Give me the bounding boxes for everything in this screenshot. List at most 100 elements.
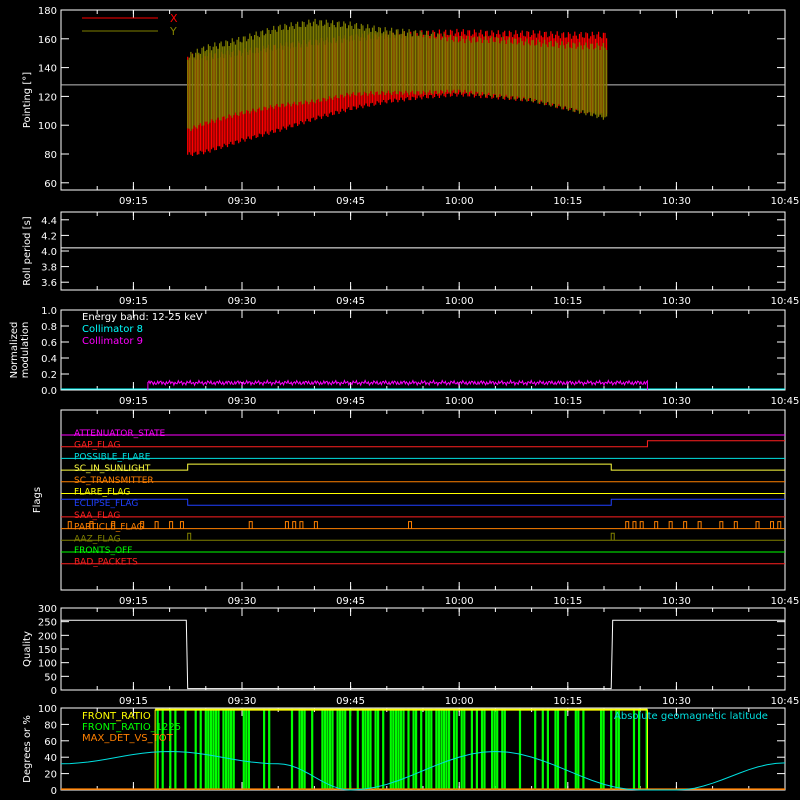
flag-spike <box>169 521 174 529</box>
flag-label-attenuator-state: ATTENUATOR_STATE <box>74 429 166 439</box>
x-tick-label: 10:15 <box>553 396 582 407</box>
x-tick-label: 09:30 <box>228 396 257 407</box>
flag-spike <box>755 521 760 529</box>
x-tick-label: 09:45 <box>336 696 365 707</box>
y-tick-label: 0.0 <box>41 386 57 397</box>
legend-label: X <box>170 12 178 25</box>
flag-spike <box>292 521 297 529</box>
y-tick-label: 0 <box>51 686 57 697</box>
y-tick-label: 150 <box>38 645 57 656</box>
y-tick-label: 50 <box>44 672 57 683</box>
x-tick-label: 09:45 <box>336 296 365 307</box>
x-tick-label: 10:00 <box>445 596 474 607</box>
flag-spike <box>313 521 318 529</box>
x-tick-label: 10:15 <box>553 696 582 707</box>
y-tick-label: 0.8 <box>41 322 57 333</box>
y-axis-label: modulation <box>20 322 31 379</box>
flag-label-gap-flag: GAP_FLAG <box>74 441 120 451</box>
panel-flags: 09:15 09:30 09:45 10:00 10:15 10:30 10:45 Flags… <box>32 409 800 607</box>
flag-label-bad-packets: BAD_PACKETS <box>74 558 138 568</box>
flag-spike <box>625 521 630 529</box>
y-tick-label: 160 <box>38 35 57 46</box>
front-ratio-1225-spikes <box>156 708 648 790</box>
x-tick-label: 09:15 <box>119 296 148 307</box>
y-tick-label: 200 <box>38 631 57 642</box>
panel-quality: 09:15 09:30 09:45 10:00 10:15 10:30 10:45 0 50 10… <box>22 604 799 707</box>
y-axis-label: Quality <box>22 631 33 667</box>
x-tick-label: 09:45 <box>336 196 365 207</box>
annotation-text: Energy band: 12-25 keV <box>82 312 203 323</box>
x-tick-label: 10:45 <box>771 596 800 607</box>
flag-spike <box>719 521 724 529</box>
series-x-band <box>187 28 608 156</box>
flag-line-sc-in-sunlight <box>61 463 785 471</box>
y-tick-label: 4.2 <box>41 231 57 242</box>
chart-stack: 09:15 09:30 09:45 10:00 10:15 10:30 10:45 60 80 1… <box>9 6 800 797</box>
flag-spike <box>632 521 637 529</box>
panel-ratios: 0 20 40 60 80 100 Degrees or % FRONT_RATIOFRONT… <box>22 704 786 797</box>
flag-spike <box>668 521 673 529</box>
x-tick-label: 10:00 <box>445 196 474 207</box>
legend-label: Absolute geomagnetic latitude <box>614 711 768 722</box>
x-tick-label: 09:15 <box>119 596 148 607</box>
flag-spike <box>770 521 775 529</box>
y-tick-label: 3.6 <box>41 278 57 289</box>
x-tick-label: 10:45 <box>771 396 800 407</box>
x-tick-label: 09:45 <box>336 396 365 407</box>
x-tick-label: 10:45 <box>771 296 800 307</box>
annotation-text: Collimator 8 <box>82 324 143 335</box>
flag-spike <box>639 521 644 529</box>
x-tick-label: 10:15 <box>553 296 582 307</box>
flag-label-particle-flag: PARTICLE_FLAG <box>74 523 144 533</box>
y-tick-label: 80 <box>44 720 57 731</box>
x-tick-label: 10:30 <box>662 696 691 707</box>
y-tick-label: 3.8 <box>41 263 57 274</box>
flag-spike <box>67 521 72 529</box>
x-tick-label: 10:00 <box>445 696 474 707</box>
y-tick-label: 0.2 <box>41 370 57 381</box>
y-tick-label: 100 <box>38 659 57 670</box>
y-tick-label: 4.0 <box>41 247 57 258</box>
legend-label: Y <box>169 25 177 38</box>
legend-label: FRONT_RATIO <box>82 711 151 722</box>
panel-frame <box>60 211 786 291</box>
flag-spike <box>187 532 192 541</box>
x-tick-label: 09:30 <box>228 196 257 207</box>
x-tick-label: 09:45 <box>336 596 365 607</box>
flag-spike <box>179 521 184 529</box>
flag-spike <box>154 521 159 529</box>
y-axis-label: Roll period [s] <box>22 216 33 285</box>
x-tick-label: 10:00 <box>445 296 474 307</box>
y-tick-label: 60 <box>44 737 57 748</box>
flag-spike <box>683 521 688 529</box>
flag-spike <box>408 521 413 529</box>
x-tick-label: 10:30 <box>662 396 691 407</box>
x-tick-label: 10:30 <box>662 596 691 607</box>
x-tick-label: 09:30 <box>228 296 257 307</box>
y-tick-label: 4.4 <box>41 216 57 227</box>
flag-spike <box>654 521 659 529</box>
y-tick-label: 1.0 <box>41 306 57 317</box>
panel-pointing: 09:15 09:30 09:45 10:00 10:15 10:30 10:45 60 80 1… <box>22 6 799 207</box>
legend-label: FRONT_RATIO_1225 <box>82 722 181 733</box>
flag-label-sc-transmitter: SC_TRANSMITTER <box>74 476 154 486</box>
y-tick-label: 100 <box>38 704 57 715</box>
flag-label-possible-flare: POSSIBLE_FLARE <box>74 452 151 462</box>
flag-label-aaz-flag: AAZ_FLAG <box>74 534 121 544</box>
y-axis-label: Normalized <box>9 322 20 379</box>
flag-line-gap-flag <box>61 440 785 448</box>
flag-label-eclipse-flag: ECLIPSE_FLAG <box>74 499 138 509</box>
panel-modulation: 09:15 09:30 09:45 10:00 10:15 10:30 10:45 0.0 0.… <box>9 306 799 407</box>
y-axis-label: Flags <box>32 487 43 513</box>
x-tick-label: 10:45 <box>771 696 800 707</box>
x-tick-label: 09:15 <box>119 696 148 707</box>
panel-roll-period: 09:15 09:30 09:45 10:00 10:15 10:30 10:45 3.6 3.… <box>22 211 800 307</box>
flag-spike <box>248 521 253 529</box>
y-axis-label: Pointing [°] <box>22 72 33 128</box>
flag-spike <box>610 532 615 541</box>
annotation-text: Collimator 9 <box>82 336 143 347</box>
flag-spike <box>733 521 738 529</box>
y-tick-label: 40 <box>44 753 57 764</box>
x-tick-label: 09:15 <box>119 396 148 407</box>
flag-label-fronts-off: FRONTS_OFF <box>74 546 132 556</box>
